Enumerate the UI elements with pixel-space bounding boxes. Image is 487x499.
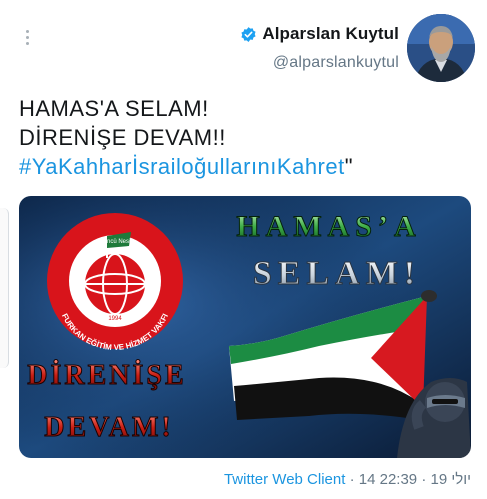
logo-flag-text: Öncü Nesil <box>102 238 131 245</box>
logo-year: 1994 <box>108 316 122 322</box>
poster-title-hamas: HAMAS’A <box>236 210 421 243</box>
tweet-author[interactable]: Alparslan Kuytul @alparslankuytul <box>240 24 399 72</box>
tweet-line-3: #YaKahharİsrailoğullarınıKahret" <box>19 152 353 181</box>
poster-text-direnise: DİRENİŞE <box>27 360 186 391</box>
verified-badge-icon <box>241 26 256 42</box>
tweet-line-2: DİRENİŞE DEVAM!! <box>19 125 226 150</box>
previous-tweet-edge <box>0 208 9 368</box>
trailing-quote: " <box>344 154 354 179</box>
tweet-line-1: HAMAS'A SELAM! <box>19 96 209 121</box>
author-name[interactable]: Alparslan Kuytul <box>262 24 399 44</box>
hashtag-link[interactable]: #YaKahharİsrailoğullarınıKahret <box>19 154 345 179</box>
poster-text-devam: DEVAM! <box>44 412 173 443</box>
avatar[interactable] <box>407 14 475 82</box>
tweet-media-image[interactable]: Öncü Nesil 1994 FURKAN EĞİTİM VE HİZMET … <box>19 196 471 458</box>
separator: · <box>345 471 359 488</box>
separator-2: · <box>417 471 431 488</box>
avatar-photo <box>407 14 475 82</box>
author-handle[interactable]: @alparslankuytul <box>240 54 399 72</box>
poster-title-selam: SELAM! <box>253 255 421 292</box>
tweet-time[interactable]: 22:39 <box>380 471 418 488</box>
tweet-text: HAMAS'A SELAM! DİRENİŞE DEVAM!! #YaKahha… <box>19 94 353 181</box>
client-link[interactable]: Twitter Web Client <box>224 471 345 488</box>
tweet-footer: Twitter Web Client · 14 יולי 19 · 22:39 <box>224 471 471 488</box>
more-options-icon[interactable] <box>24 28 30 46</box>
